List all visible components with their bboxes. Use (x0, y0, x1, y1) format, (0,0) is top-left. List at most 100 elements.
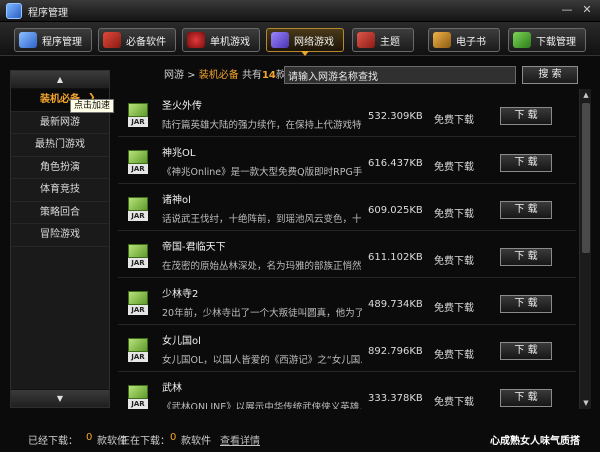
free-download-label: 免费下载 (434, 350, 474, 361)
game-description: 陆行篇英雄大陆的强力续作，在保持上代游戏特 (162, 120, 362, 131)
minimize-button[interactable]: — (560, 3, 574, 17)
game-name[interactable]: 圣火外传 (162, 97, 202, 112)
scroll-thumb[interactable] (582, 103, 590, 253)
breadcrumb-root[interactable]: 网游 (164, 70, 184, 81)
download-button[interactable]: 下 载 (500, 295, 552, 313)
scroll-down-arrow-icon[interactable]: ▼ (580, 397, 592, 409)
download-button[interactable]: 下 载 (500, 201, 552, 219)
downloaded-label: 已经下载： (28, 436, 78, 447)
breadcrumb-current: 装机必备 (198, 70, 239, 81)
game-name[interactable]: 少林寺2 (162, 285, 198, 300)
window-title: 程序管理 (28, 8, 68, 19)
download-button[interactable]: 下 载 (500, 342, 552, 360)
main-toolbar: 程序管理 必备软件 单机游戏 网络游戏 主题 电子书 下载管理 (0, 22, 600, 56)
game-name[interactable]: 女儿国ol (162, 332, 201, 347)
hot-software-icon (103, 32, 121, 48)
toolbar-label: 程序管理 (42, 36, 82, 48)
theme-shirt-icon (357, 32, 375, 48)
breadcrumb: 网游 > 装机必备 共有14款 (164, 68, 286, 84)
toolbar-online-games-button[interactable]: 网络游戏 (266, 28, 344, 56)
game-size: 333.378KB (368, 393, 423, 404)
download-button[interactable]: 下 载 (500, 389, 552, 407)
toolbar-label: 下载管理 (536, 36, 576, 48)
game-description: 女儿国OL，以国人皆爱的《西游记》之“女儿国… (162, 355, 362, 366)
ebook-icon (433, 32, 451, 48)
free-download-label: 免费下载 (434, 256, 474, 267)
sidebar-item-rpg[interactable]: 角色扮演 (11, 157, 109, 179)
jar-file-icon: JAR (128, 244, 148, 268)
download-button[interactable]: 下 载 (500, 154, 552, 172)
list-scrollbar[interactable]: ▲ ▼ (579, 89, 591, 409)
list-item: JAR 圣火外传 陆行篇英雄大陆的强力续作，在保持上代游戏特 532.309KB… (118, 89, 576, 137)
tooltip: 点击加速 (70, 99, 115, 113)
breadcrumb-separator: > (184, 70, 199, 81)
downloading-label: 正在下载： (120, 436, 170, 447)
sidebar-item-strategy[interactable]: 策略回合 (11, 202, 109, 224)
jar-file-icon: JAR (128, 291, 148, 315)
list-item: JAR 武林 《武林ONLINE》以展示中华传统武侠侠义英雄… 333.378K… (118, 371, 576, 409)
view-details-link[interactable]: 查看详情 (220, 432, 260, 447)
category-sidebar: ▲ 装机必备 最新网游 最热门游戏 角色扮演 体育竞技 策略回合 冒险游戏 ▼ (10, 70, 110, 408)
game-size: 611.102KB (368, 252, 423, 263)
online-game-icon (271, 32, 289, 48)
game-name[interactable]: 诸神ol (162, 191, 191, 206)
sidebar-item-sports[interactable]: 体育竞技 (11, 179, 109, 202)
toolbar-label: 必备软件 (126, 36, 166, 48)
search-button[interactable]: 搜 索 (522, 66, 578, 84)
game-size: 616.437KB (368, 158, 423, 169)
free-download-label: 免费下载 (434, 397, 474, 408)
sidebar-item-newest[interactable]: 最新网游 (11, 112, 109, 134)
game-list: JAR 圣火外传 陆行篇英雄大陆的强力续作，在保持上代游戏特 532.309KB… (118, 89, 576, 409)
app-icon (6, 3, 22, 19)
toolbar-label: 主题 (380, 36, 400, 48)
jar-file-icon: JAR (128, 103, 148, 127)
download-button[interactable]: 下 载 (500, 107, 552, 125)
toolbar-download-manager-button[interactable]: 下载管理 (508, 28, 586, 52)
game-description: 《武林ONLINE》以展示中华传统武侠侠义英雄… (162, 402, 362, 409)
gamepad-icon (187, 32, 205, 48)
toolbar-ebook-button[interactable]: 电子书 (428, 28, 500, 52)
game-size: 892.796KB (368, 346, 423, 357)
list-item: JAR 诸神ol 话说武王伐纣，十绝阵前，到瑶池风云变色，十… 609.025K… (118, 183, 576, 231)
toolbar-single-player-games-button[interactable]: 单机游戏 (182, 28, 260, 52)
toolbar-theme-button[interactable]: 主题 (352, 28, 414, 52)
close-button[interactable]: ✕ (580, 3, 594, 17)
free-download-label: 免费下载 (434, 303, 474, 314)
toolbar-essential-software-button[interactable]: 必备软件 (98, 28, 176, 52)
list-item: JAR 少林寺2 20年前，少林寺出了一个大叛徒叫圆真，他为了… 489.734… (118, 277, 576, 325)
game-size: 609.025KB (368, 205, 423, 216)
list-item: JAR 神兆OL 《神兆Online》是一款大型免费Q版即时RPG手… 616.… (118, 136, 576, 184)
ad-text-link[interactable]: 心成熟女人味气质搭 (490, 432, 580, 447)
game-name[interactable]: 武林 (162, 379, 182, 394)
jar-file-icon: JAR (128, 150, 148, 174)
sidebar-item-hottest[interactable]: 最热门游戏 (11, 134, 109, 157)
total-count: 14 (261, 70, 276, 81)
sidebar-item-adventure[interactable]: 冒险游戏 (11, 224, 109, 247)
free-download-label: 免费下载 (434, 209, 474, 220)
jar-file-icon: JAR (128, 197, 148, 221)
toolbar-label: 电子书 (456, 36, 486, 48)
title-bar: 程序管理 — ✕ (0, 0, 600, 22)
downloading-count: 0 (170, 432, 177, 443)
game-name[interactable]: 帝国-君临天下 (162, 238, 226, 253)
total-prefix: 共有 (241, 70, 262, 81)
jar-file-icon: JAR (128, 338, 148, 362)
scroll-up-arrow-icon[interactable]: ▲ (580, 89, 592, 101)
toolbar-label: 网络游戏 (294, 36, 334, 48)
free-download-label: 免费下载 (434, 162, 474, 173)
jar-file-icon: JAR (128, 385, 148, 409)
toolbar-program-manager-button[interactable]: 程序管理 (14, 28, 92, 52)
search-input[interactable] (284, 66, 516, 84)
game-description: 20年前，少林寺出了一个大叛徒叫圆真，他为了… (162, 308, 362, 319)
download-arrow-icon (513, 32, 531, 48)
game-description: 话说武王伐纣，十绝阵前，到瑶池风云变色，十… (162, 214, 362, 225)
status-bar: 已经下载： 0 款软件 正在下载： 0 款软件 查看详情 心成熟女人味气质搭 (0, 426, 600, 452)
game-name[interactable]: 神兆OL (162, 144, 195, 159)
download-button[interactable]: 下 载 (500, 248, 552, 266)
toolbar-label: 单机游戏 (210, 36, 250, 48)
sidebar-scroll-up-button[interactable]: ▲ (11, 71, 109, 89)
game-size: 489.734KB (368, 299, 423, 310)
sidebar-scroll-down-button[interactable]: ▼ (11, 389, 109, 407)
program-manager-icon (19, 32, 37, 48)
game-description: 在茂密的原始丛林深处，名为玛雅的部族正悄然… (162, 261, 362, 272)
